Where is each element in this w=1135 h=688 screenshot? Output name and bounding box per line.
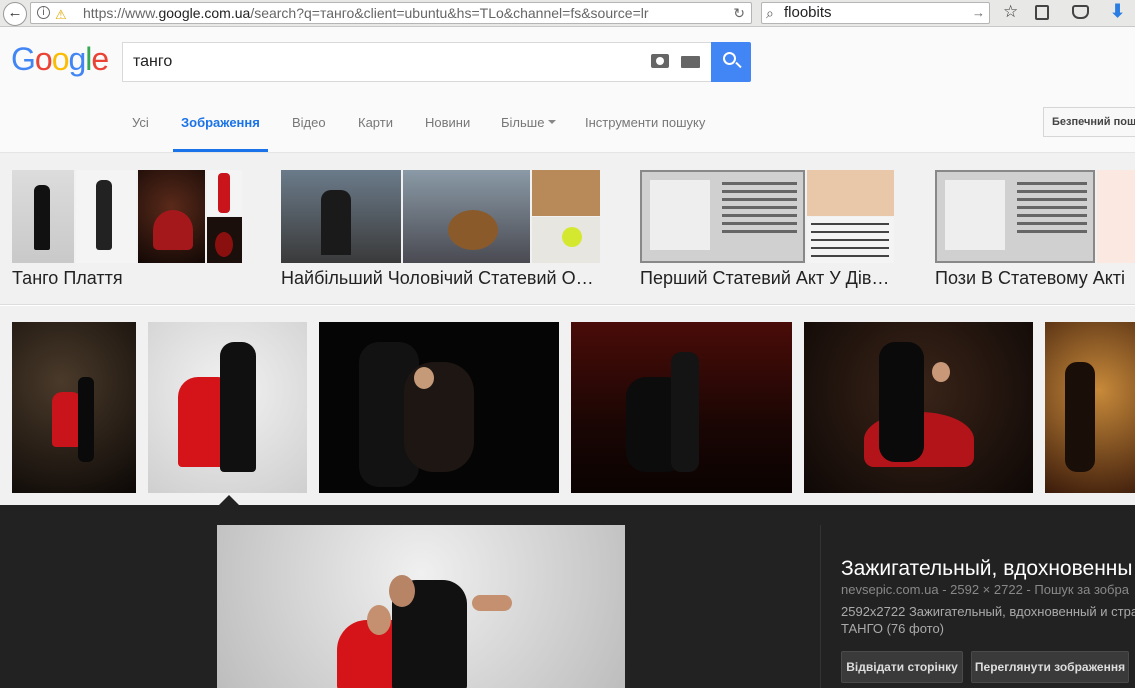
browser-search-text: floobits bbox=[784, 4, 832, 21]
logo-letter-o1: o bbox=[34, 41, 53, 77]
preview-divider bbox=[820, 525, 821, 688]
thumb-image bbox=[807, 217, 894, 263]
image-result[interactable] bbox=[571, 322, 792, 493]
thumb-image bbox=[281, 170, 401, 263]
related-card-2[interactable]: Найбільший Чоловічий Статевий О… bbox=[281, 170, 601, 300]
related-card-4[interactable]: Пози В Статевому Акті bbox=[935, 170, 1135, 300]
thumb-image bbox=[403, 170, 530, 263]
logo-letter-g: G bbox=[11, 41, 36, 77]
thumb-image bbox=[12, 170, 74, 263]
image-result[interactable] bbox=[1045, 322, 1135, 493]
camera-icon[interactable] bbox=[651, 54, 669, 68]
desc-line: ТАНГО (76 фото) bbox=[841, 621, 945, 636]
google-header: Google танго bbox=[0, 27, 1135, 93]
safe-search-button[interactable]: Безпечний пош bbox=[1043, 107, 1135, 137]
thumb-image bbox=[1097, 170, 1135, 263]
url-prefix: https://www. bbox=[83, 5, 159, 21]
related-title: Пози В Статевому Акті bbox=[935, 268, 1126, 288]
preview-title[interactable]: Зажигательный, вдохновенны bbox=[841, 557, 1133, 581]
bookmark-star-icon[interactable]: ☆ bbox=[1003, 2, 1018, 22]
related-card-tango-dress[interactable]: Танго Плаття bbox=[12, 170, 242, 300]
google-logo[interactable]: Google bbox=[11, 41, 109, 78]
back-button[interactable]: ← bbox=[3, 2, 27, 26]
thumb-image bbox=[532, 170, 600, 216]
image-result[interactable] bbox=[319, 322, 559, 493]
search-button[interactable] bbox=[711, 42, 751, 82]
thumb-image bbox=[207, 170, 242, 216]
download-icon[interactable]: ⬇ bbox=[1110, 1, 1125, 22]
logo-letter-g2: g bbox=[68, 41, 86, 77]
image-result[interactable] bbox=[148, 322, 307, 493]
search-icon: ⌕ bbox=[766, 5, 774, 21]
preview-dims: 2592 × 2722 bbox=[950, 582, 1023, 597]
active-tab-underline bbox=[173, 149, 268, 152]
more-dropdown-icon bbox=[548, 120, 556, 124]
logo-letter-o2: o bbox=[51, 41, 70, 77]
browser-toolbar: ← i ⚠ https://www.google.com.ua/search?q… bbox=[0, 0, 1135, 27]
image-preview-panel: Зажигательный, вдохновенны nevsepic.com.… bbox=[0, 505, 1135, 688]
keyboard-icon[interactable] bbox=[681, 56, 700, 68]
image-result[interactable] bbox=[12, 322, 136, 493]
pocket-icon[interactable] bbox=[1072, 5, 1089, 19]
search-query: танго bbox=[133, 53, 173, 70]
thumb-image bbox=[207, 217, 242, 263]
image-result[interactable] bbox=[804, 322, 1033, 493]
search-by-image-link[interactable]: Пошук за зобра bbox=[1034, 582, 1129, 597]
reload-icon[interactable]: ↻ bbox=[733, 3, 745, 23]
thumb-image bbox=[138, 170, 205, 263]
related-title: Перший Статевий Акт У Дів… bbox=[640, 268, 890, 288]
info-icon[interactable]: i bbox=[37, 6, 50, 19]
search-go-icon[interactable]: → bbox=[972, 3, 985, 23]
reading-list-icon[interactable] bbox=[1035, 5, 1049, 20]
image-results bbox=[0, 306, 1135, 506]
logo-letter-e: e bbox=[91, 41, 109, 77]
tab-news[interactable]: Новини bbox=[425, 115, 470, 130]
tab-all[interactable]: Усі bbox=[132, 115, 149, 130]
thumb-image bbox=[532, 217, 600, 263]
search-magnifier-icon bbox=[723, 52, 736, 65]
preview-description: 2592x2722 Зажигательный, вдохновенный и … bbox=[841, 603, 1135, 637]
thumb-image bbox=[640, 170, 805, 263]
url-domain: google.com.ua bbox=[158, 5, 251, 21]
thumb-image bbox=[807, 170, 894, 216]
tab-video[interactable]: Відео bbox=[292, 115, 326, 130]
related-card-3[interactable]: Перший Статевий Акт У Дів… bbox=[640, 170, 900, 300]
search-input[interactable]: танго bbox=[122, 42, 712, 82]
preview-meta: nevsepic.com.ua - 2592 × 2722 - Пошук за… bbox=[841, 582, 1129, 597]
related-searches: Танго Плаття Найбільший Чоловічий Статев… bbox=[0, 153, 1135, 305]
warning-lock-icon[interactable]: ⚠ bbox=[55, 5, 67, 23]
meta-separator: - bbox=[942, 582, 951, 597]
safe-search-label: Безпечний пош bbox=[1052, 116, 1135, 128]
tab-search-tools[interactable]: Інструменти пошуку bbox=[585, 115, 705, 130]
related-title: Танго Плаття bbox=[12, 268, 123, 288]
visit-page-button[interactable]: Відвідати сторінку bbox=[841, 651, 963, 683]
preview-source[interactable]: nevsepic.com.ua bbox=[841, 582, 939, 597]
thumb-image bbox=[76, 170, 136, 263]
tab-maps[interactable]: Карти bbox=[358, 115, 393, 130]
desc-line: 2592x2722 Зажигательный, вдохновенный и … bbox=[841, 604, 1135, 619]
related-title: Найбільший Чоловічий Статевий О… bbox=[281, 268, 594, 288]
preview-image[interactable] bbox=[217, 525, 625, 688]
tab-images[interactable]: Зображення bbox=[181, 115, 260, 130]
view-image-button[interactable]: Переглянути зображення bbox=[971, 651, 1129, 683]
url-bar[interactable]: i ⚠ https://www.google.com.ua/search?q=т… bbox=[30, 2, 752, 24]
browser-search-box[interactable]: ⌕ floobits → bbox=[761, 2, 990, 24]
tab-more[interactable]: Більше bbox=[501, 115, 544, 130]
search-tabs: Усі Зображення Відео Карти Новини Більше… bbox=[0, 93, 1135, 153]
thumb-image bbox=[935, 170, 1095, 263]
url-rest: /search?q=танго&client=ubuntu&hs=TLo&cha… bbox=[250, 5, 649, 21]
